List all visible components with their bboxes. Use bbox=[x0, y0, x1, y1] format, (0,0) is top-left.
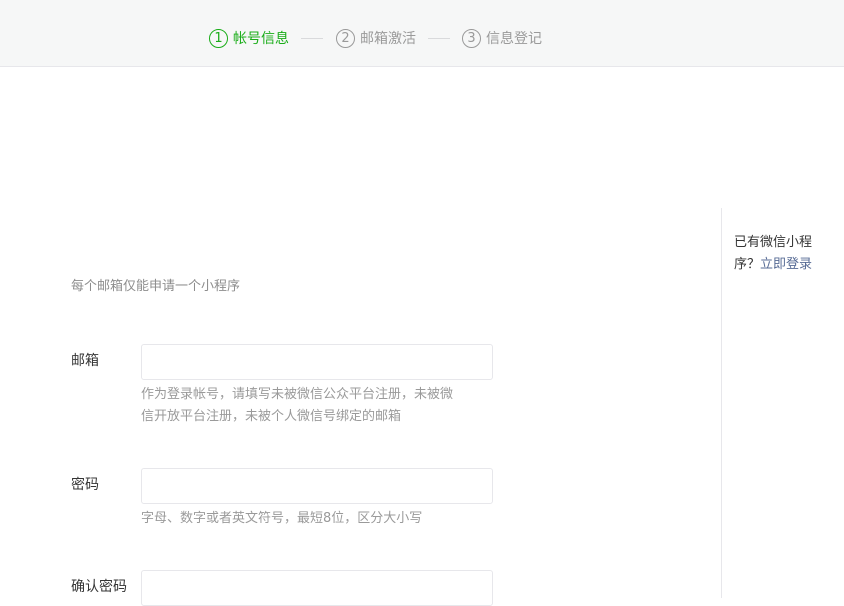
password-input[interactable] bbox=[141, 468, 493, 504]
step-label: 帐号信息 bbox=[233, 31, 289, 47]
step-number-icon: 1 bbox=[209, 28, 228, 48]
confirm-password-label: 确认密码 bbox=[71, 579, 127, 595]
step-label: 信息登记 bbox=[486, 31, 542, 47]
step-separator bbox=[428, 38, 450, 39]
email-hint: 作为登录帐号，请填写未被微信公众平台注册，未被微信开放平台注册，未被个人微信号绑… bbox=[141, 387, 454, 424]
confirm-password-input[interactable] bbox=[141, 570, 493, 606]
vertical-divider bbox=[721, 208, 722, 598]
password-label: 密码 bbox=[71, 477, 99, 493]
step-number-icon: 3 bbox=[462, 28, 481, 48]
email-input[interactable] bbox=[141, 344, 493, 380]
form-tip: 每个邮箱仅能申请一个小程序 bbox=[71, 279, 241, 294]
login-prompt: 已有微信小程序？立即登录 bbox=[734, 232, 830, 276]
password-hint: 字母、数字或者英文符号，最短8位，区分大小写 bbox=[141, 511, 423, 526]
step-label: 邮箱激活 bbox=[360, 31, 416, 47]
step-number-icon: 2 bbox=[336, 28, 355, 48]
email-label: 邮箱 bbox=[71, 353, 99, 369]
step-separator bbox=[301, 38, 323, 39]
step-header: 1 帐号信息 2 邮箱激活 3 信息登记 bbox=[0, 0, 844, 67]
login-link[interactable]: 立即登录 bbox=[760, 257, 812, 272]
step-account-info: 1 帐号信息 bbox=[209, 28, 289, 48]
step-email-activation: 2 邮箱激活 bbox=[336, 28, 416, 48]
step-info-registration: 3 信息登记 bbox=[462, 28, 542, 48]
